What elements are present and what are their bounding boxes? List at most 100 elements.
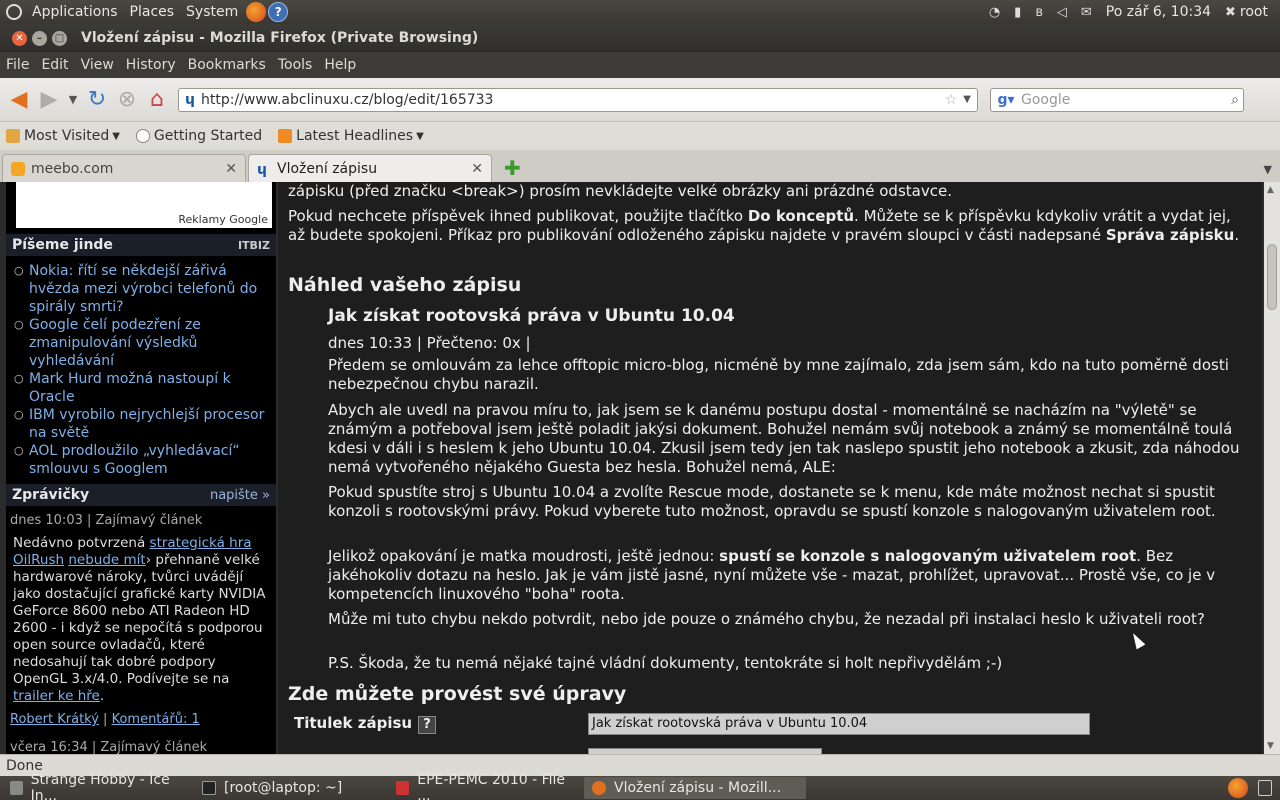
post-meta: dnes 10:33 | Přečteno: 0x | bbox=[328, 334, 531, 352]
google-engine-icon[interactable]: g▾ bbox=[991, 92, 1021, 108]
search-input[interactable]: Google bbox=[1021, 92, 1231, 108]
bookmark-label: Latest Headlines bbox=[296, 128, 414, 144]
menu-edit[interactable]: Edit bbox=[35, 57, 74, 73]
page-icon bbox=[135, 129, 150, 143]
firefox-tray-icon[interactable] bbox=[1228, 778, 1248, 798]
user-menu[interactable]: root bbox=[1240, 4, 1268, 20]
close-window-button[interactable]: ✕ bbox=[12, 30, 27, 46]
tab-label: Vložení zápisu bbox=[277, 160, 378, 177]
bookmark-most-visited[interactable]: Most Visited ▼ bbox=[6, 128, 120, 144]
volume-icon[interactable]: ◁ bbox=[1057, 5, 1067, 20]
folder-icon bbox=[6, 129, 20, 143]
close-tab-icon[interactable]: ✕ bbox=[225, 161, 237, 177]
page-content: Reklamy Google Píšeme jinde ITBIZ Nokia:… bbox=[0, 182, 1280, 754]
terminal-icon bbox=[202, 781, 216, 795]
navigation-toolbar: ◀ ▶ ▼ ↻ ⊗ ⌂ ɥ http://www.abclinuxu.cz/bl… bbox=[0, 78, 1280, 122]
places-menu[interactable]: Places bbox=[124, 4, 181, 20]
clock[interactable]: Po zář 6, 10:34 bbox=[1106, 4, 1211, 20]
bookmark-star-icon[interactable]: ☆ bbox=[945, 92, 958, 108]
pdf-icon bbox=[396, 781, 410, 795]
minimize-window-button[interactable]: – bbox=[32, 30, 47, 46]
writing-elsewhere-header: Píšeme jinde ITBIZ bbox=[6, 234, 276, 256]
google-ad-box[interactable]: Reklamy Google bbox=[16, 182, 272, 228]
news-footer: Robert Krátký | Komentářů: 1 bbox=[10, 712, 200, 727]
stop-icon[interactable]: ⊗ bbox=[112, 85, 142, 115]
ad-label[interactable]: Reklamy Google bbox=[178, 213, 268, 226]
comments-link[interactable]: Komentářů: 1 bbox=[112, 712, 200, 727]
reload-icon[interactable]: ↻ bbox=[82, 85, 112, 115]
post-paragraph: P.S. Škoda, že tu nemá nějaké tajné vlád… bbox=[328, 654, 1003, 672]
post-paragraph: Předem se omlouvám za lehce offtopic mic… bbox=[328, 356, 1229, 393]
maximize-window-button[interactable]: □ bbox=[52, 30, 67, 46]
history-dropdown-icon[interactable]: ▼ bbox=[64, 85, 82, 115]
search-bar[interactable]: g▾ Google ⌕ bbox=[990, 87, 1244, 112]
applications-menu[interactable]: Applications bbox=[26, 4, 124, 20]
menu-bookmarks[interactable]: Bookmarks bbox=[182, 57, 272, 73]
news-body: Nedávno potvrzená strategická hra OilRus… bbox=[13, 535, 266, 704]
user-icon[interactable]: ✖ bbox=[1225, 5, 1236, 20]
taskbar-item[interactable]: EPE-PEMC 2010 - File ... bbox=[388, 772, 582, 800]
scroll-down-icon[interactable]: ▼ bbox=[1267, 741, 1274, 751]
system-menu[interactable]: System bbox=[180, 4, 244, 20]
scrollbar-thumb[interactable] bbox=[1267, 244, 1277, 310]
bookmark-getting-started[interactable]: Getting Started bbox=[135, 128, 262, 144]
bookmark-latest-headlines[interactable]: Latest Headlines ▼ bbox=[278, 128, 424, 144]
list-item[interactable]: AOL prodloužilo „vyhledávací“ smlouvu s … bbox=[14, 442, 276, 478]
ubuntu-logo-icon[interactable] bbox=[6, 4, 22, 20]
url-bar[interactable]: ɥ http://www.abclinuxu.cz/blog/edit/1657… bbox=[178, 87, 978, 112]
trailer-link[interactable]: trailer ke hře bbox=[13, 688, 100, 704]
tab-label: meebo.com bbox=[31, 160, 114, 177]
firefox-icon bbox=[592, 781, 606, 795]
forward-arrow-icon[interactable]: ▶ bbox=[34, 85, 64, 115]
news-link[interactable]: nebude mít bbox=[68, 552, 145, 568]
menu-file[interactable]: File bbox=[0, 57, 35, 73]
menu-history[interactable]: History bbox=[120, 57, 182, 73]
bookmark-label: Most Visited bbox=[24, 128, 110, 144]
writing-elsewhere-list: Nokia: řítí se někdejší zářivá hvězda me… bbox=[14, 262, 276, 478]
itbiz-logo[interactable]: ITBIZ bbox=[238, 239, 270, 252]
left-sidebar: Reklamy Google Píšeme jinde ITBIZ Nokia:… bbox=[6, 182, 276, 754]
list-item[interactable]: Mark Hurd možná nastoupí k Oracle bbox=[14, 370, 276, 406]
list-item[interactable]: IBM vyrobilo nejrychlejší procesor na sv… bbox=[14, 406, 276, 442]
title-input[interactable]: Jak získat rootovská práva v Ubuntu 10.0… bbox=[588, 713, 1090, 735]
url-input[interactable]: http://www.abclinuxu.cz/blog/edit/165733 bbox=[201, 92, 945, 108]
bluetooth-icon[interactable]: ʙ bbox=[1035, 5, 1043, 20]
menu-tools[interactable]: Tools bbox=[272, 57, 319, 73]
post-paragraph: Abych ale uvedl na pravou míru to, jak j… bbox=[328, 401, 1240, 476]
post-paragraph: Jelikož opakování je matka moudrosti, je… bbox=[328, 547, 1216, 603]
list-all-tabs-icon[interactable]: ▼ bbox=[1264, 163, 1272, 176]
wifi-icon[interactable]: ◔ bbox=[989, 5, 1000, 20]
list-item[interactable]: Google čelí podezření ze zmanipulování v… bbox=[14, 316, 276, 370]
taskbar-item-active[interactable]: Vložení zápisu - Mozill... bbox=[584, 777, 806, 799]
write-news-link[interactable]: napište » bbox=[210, 488, 270, 503]
meebo-favicon-icon bbox=[11, 161, 25, 176]
new-tab-icon[interactable]: ✚ bbox=[504, 156, 521, 180]
tab-strip: meebo.com ✕ ɥ Vložení zápisu ✕ ✚ ▼ bbox=[0, 150, 1280, 182]
close-tab-icon[interactable]: ✕ bbox=[471, 161, 483, 177]
taskbar-item[interactable]: [root@laptop: ~] bbox=[194, 777, 386, 799]
firefox-launcher-icon[interactable] bbox=[246, 2, 267, 22]
vertical-scrollbar[interactable]: ▲ ▼ bbox=[1264, 182, 1280, 754]
menu-help[interactable]: Help bbox=[318, 57, 362, 73]
list-item[interactable]: Nokia: řítí se někdejší zářivá hvězda me… bbox=[14, 262, 276, 316]
trash-icon[interactable] bbox=[1258, 780, 1272, 796]
mail-icon[interactable]: ✉ bbox=[1081, 5, 1092, 20]
url-dropdown-icon[interactable]: ▼ bbox=[963, 94, 971, 105]
home-icon[interactable]: ⌂ bbox=[142, 85, 172, 115]
back-arrow-icon[interactable]: ◀ bbox=[4, 85, 34, 115]
help-launcher-icon[interactable]: ? bbox=[268, 2, 289, 22]
menu-view[interactable]: View bbox=[75, 57, 120, 73]
top-panel: Applications Places System ? ◔ ▮ ʙ ◁ ✉ P… bbox=[0, 0, 1280, 24]
window-titlebar[interactable]: ✕ – □ Vložení zápisu - Mozilla Firefox (… bbox=[0, 24, 1280, 52]
author-link[interactable]: Robert Krátký bbox=[10, 712, 99, 727]
battery-icon[interactable]: ▮ bbox=[1014, 5, 1021, 20]
tab-meebo[interactable]: meebo.com ✕ bbox=[2, 154, 246, 182]
scroll-up-icon[interactable]: ▲ bbox=[1267, 185, 1274, 195]
taskbar-item[interactable]: Strange Hobby - Ice In... bbox=[2, 772, 192, 800]
box-title: Zprávičky bbox=[12, 487, 90, 503]
tab-vlozeni-zapisu[interactable]: ɥ Vložení zápisu ✕ bbox=[248, 154, 492, 182]
search-icon[interactable]: ⌕ bbox=[1231, 92, 1239, 108]
app-icon bbox=[10, 781, 23, 795]
help-button[interactable]: ? bbox=[418, 716, 437, 734]
post-paragraph: Pokud spustíte stroj s Ubuntu 10.04 a zv… bbox=[328, 483, 1216, 520]
